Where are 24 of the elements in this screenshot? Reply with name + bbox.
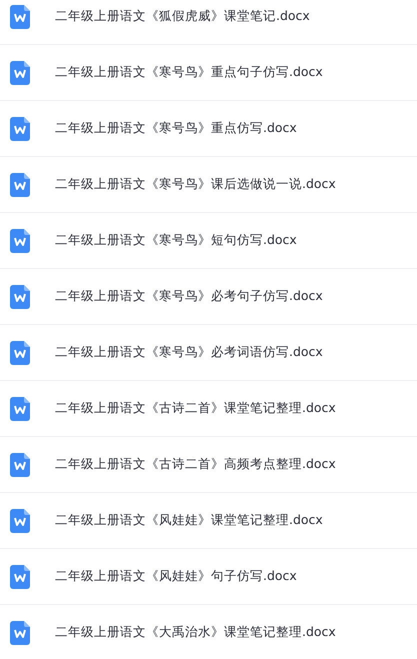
file-name[interactable]: 二年级上册语文《古诗二首》高频考点整理.docx [55,456,336,473]
document-icon [10,284,30,308]
document-icon [10,116,30,140]
file-name[interactable]: 二年级上册语文《古诗二首》课堂笔记整理.docx [55,400,336,417]
document-icon [10,60,30,84]
document-icon [10,508,30,532]
file-name[interactable]: 二年级上册语文《寒号鸟》短句仿写.docx [55,232,297,249]
document-icon [10,620,30,644]
document-icon [10,340,30,364]
file-name[interactable]: 二年级上册语文《寒号鸟》课后选做说一说.docx [55,176,336,193]
file-name[interactable]: 二年级上册语文《寒号鸟》必考词语仿写.docx [55,344,323,361]
file-name[interactable]: 二年级上册语文《寒号鸟》重点句子仿写.docx [55,64,323,81]
document-icon [10,172,30,196]
document-icon [10,396,30,420]
file-name[interactable]: 二年级上册语文《狐假虎威》课堂笔记.docx [55,8,310,25]
file-name[interactable]: 二年级上册语文《风娃娃》句子仿写.docx [55,568,297,585]
document-icon [10,4,30,28]
file-name[interactable]: 二年级上册语文《寒号鸟》必考句子仿写.docx [55,288,323,305]
document-icon [10,564,30,588]
document-icon [10,452,30,476]
document-icon [10,228,30,252]
file-name[interactable]: 二年级上册语文《寒号鸟》重点仿写.docx [55,120,297,137]
file-name[interactable]: 二年级上册语文《风娃娃》课堂笔记整理.docx [55,512,323,529]
file-name[interactable]: 二年级上册语文《大禹治水》课堂笔记整理.docx [55,624,336,641]
